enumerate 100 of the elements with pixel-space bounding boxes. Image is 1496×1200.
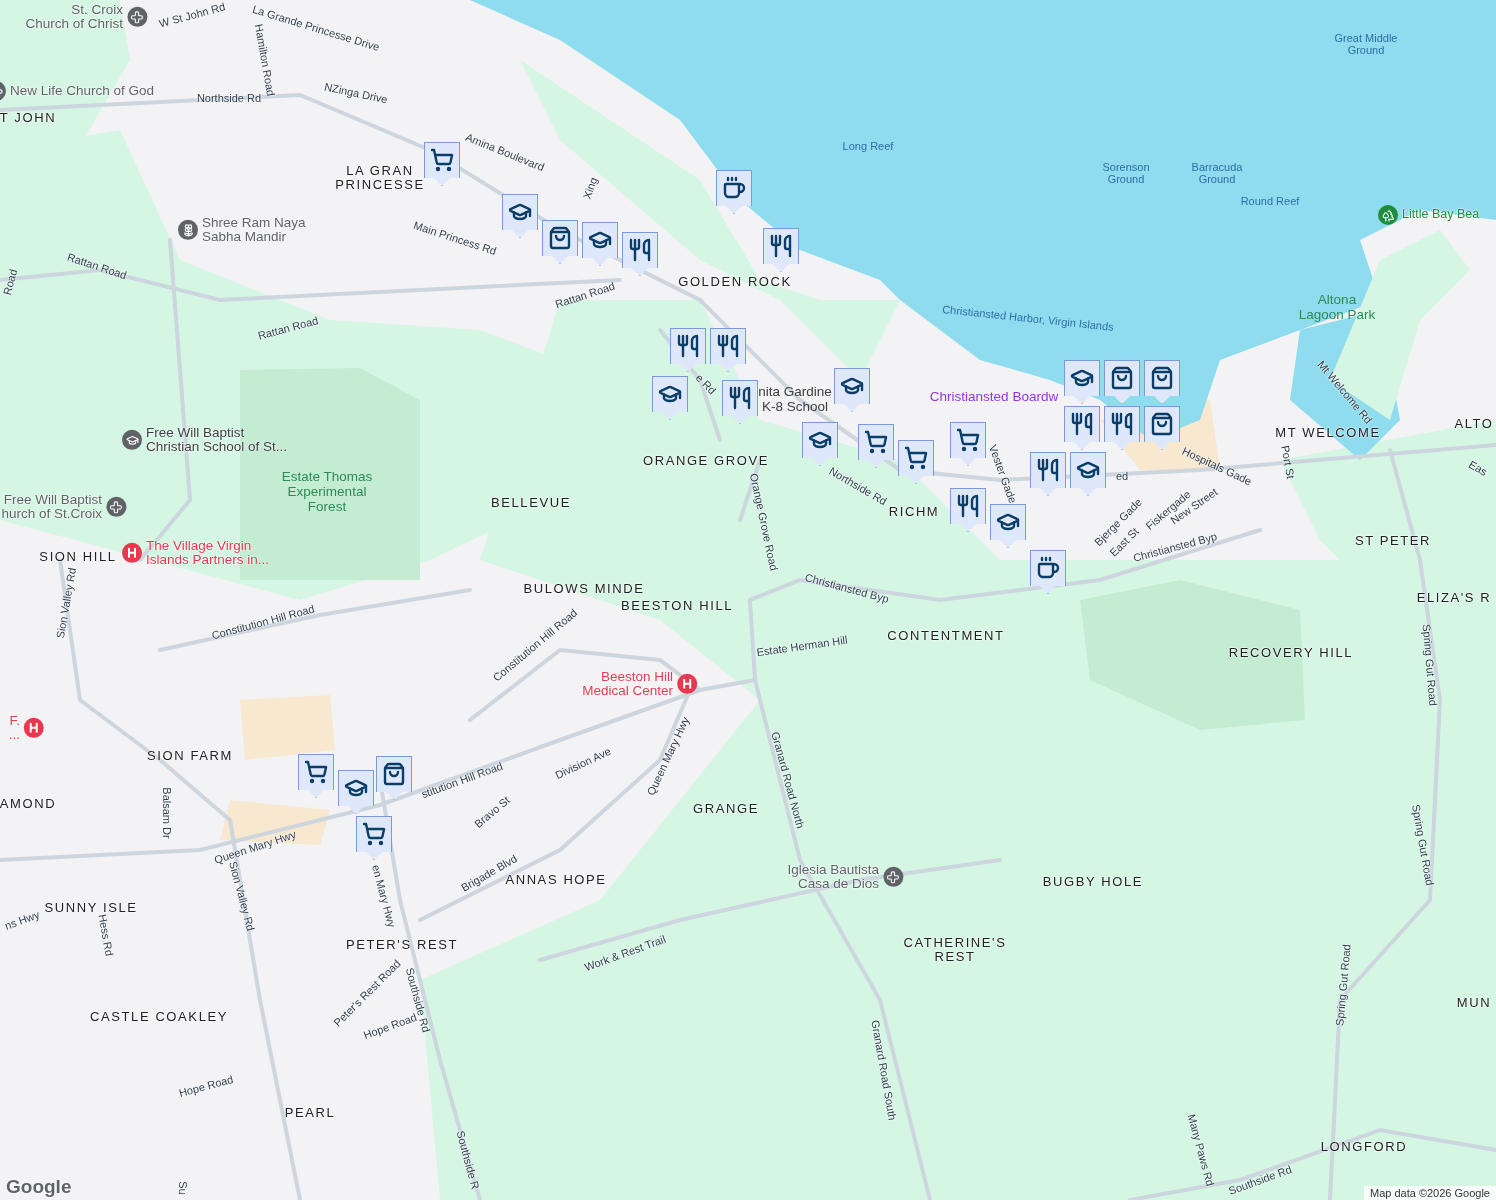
map-pin[interactable] <box>990 504 1026 548</box>
hospital-icon <box>127 548 137 558</box>
shopping-cart-icon <box>430 148 454 172</box>
neighborhood-label: SION HILL <box>39 549 117 565</box>
map-pin[interactable] <box>950 488 986 532</box>
place-label[interactable]: F. ... <box>8 713 20 743</box>
map-pin[interactable] <box>950 422 986 466</box>
place-marker[interactable] <box>127 7 147 27</box>
neighborhood-label: ALTO <box>1454 416 1494 432</box>
map-pin[interactable] <box>376 756 412 800</box>
shopping-cart-icon <box>864 430 888 454</box>
fork-knife-icon <box>676 334 700 358</box>
fork-knife-icon <box>769 234 793 258</box>
neighborhood-label: LA GRAN PRINCESSE <box>335 163 425 193</box>
cross-icon <box>109 500 123 514</box>
neighborhood-label: CASTLE COAKLEY <box>90 1009 228 1025</box>
road-label: ns Hwy <box>3 908 41 932</box>
map-pin[interactable] <box>898 440 934 484</box>
road-label: Sion Valley Rd <box>53 566 79 640</box>
map-pin[interactable] <box>424 142 460 186</box>
water-feature-label: Barracuda Ground <box>1191 160 1243 186</box>
place-marker[interactable] <box>677 674 697 694</box>
place-label[interactable]: Iglesia Bautista Casa de Dios <box>787 862 879 892</box>
map-pin[interactable] <box>834 368 870 412</box>
neighborhood-label: MUN <box>1456 995 1492 1011</box>
road-label: Xing <box>580 175 600 201</box>
road-label: Estate Herman Hill <box>755 633 849 659</box>
fork-knife-icon <box>628 238 652 262</box>
map-pin[interactable] <box>716 170 752 214</box>
map-pin[interactable] <box>763 228 799 272</box>
road-label: Work & Rest Trail <box>582 932 668 974</box>
map-pin[interactable] <box>1064 360 1100 404</box>
place-label[interactable]: Free Will Baptist hurch of St.Croix <box>1 492 102 522</box>
fork-knife-icon <box>728 386 752 410</box>
shopping-bag-icon <box>382 762 406 786</box>
neighborhood-label: RICHM <box>888 504 940 520</box>
map-pin[interactable] <box>502 194 538 238</box>
road-label: Eas <box>1466 458 1490 478</box>
water-feature-label: Sorenson Ground <box>1102 160 1150 186</box>
neighborhood-label: BULOWS MINDE <box>523 581 645 597</box>
place-label[interactable]: Beeston Hill Medical Center <box>582 669 673 699</box>
place-marker[interactable] <box>122 543 142 563</box>
fork-knife-icon <box>1070 412 1094 436</box>
neighborhood-label: MT WELCOME <box>1275 425 1381 441</box>
shopping-bag-icon <box>548 226 572 250</box>
map-pin[interactable] <box>298 754 334 798</box>
road-label: ed <box>1115 469 1129 483</box>
road-label: Spring Gut Road <box>1333 943 1353 1027</box>
neighborhood-label: PETER'S REST <box>346 937 458 953</box>
neighborhood-label: CONTENTMENT <box>887 628 1005 644</box>
map-pin[interactable] <box>622 232 658 276</box>
place-marker[interactable] <box>178 220 198 240</box>
fork-knife-icon <box>1036 458 1060 482</box>
neighborhood-label: ANNAS HOPE <box>505 872 607 888</box>
map-pin[interactable] <box>542 220 578 264</box>
road-label: Spring Gut Road <box>1420 623 1440 707</box>
map-pin[interactable] <box>338 770 374 814</box>
map-pin[interactable] <box>356 816 392 860</box>
place-marker[interactable] <box>24 718 44 738</box>
place-label[interactable]: Christiansted Boardw <box>929 389 1059 405</box>
water-feature-label: Long Reef <box>842 139 894 153</box>
attribution-text: Map data ©2026 Google <box>1363 1186 1496 1200</box>
place-label[interactable]: Estate Thomas Experimental Forest <box>281 469 373 515</box>
place-label[interactable]: Free Will Baptist Christian School of St... <box>146 425 288 455</box>
map-pin[interactable] <box>1064 406 1100 450</box>
shopping-bag-icon <box>1150 412 1174 436</box>
neighborhood-label: AMOND <box>0 796 57 812</box>
map-pin[interactable] <box>710 328 746 372</box>
map-pin[interactable] <box>1070 452 1106 496</box>
road-label: Rattan Road <box>553 279 617 311</box>
fork-knife-icon <box>956 494 980 518</box>
road-label: W St John Rd <box>157 0 227 30</box>
map-pin[interactable] <box>582 222 618 266</box>
graduation-cap-icon <box>125 433 139 447</box>
shopping-bag-icon <box>1150 366 1174 390</box>
road-label: Hess Rd <box>96 913 116 957</box>
place-label[interactable]: The Village Virgin Islands Partners in... <box>146 538 270 568</box>
map-logo: Google <box>6 1176 72 1198</box>
hospital-icon <box>29 723 39 733</box>
place-label[interactable]: Shree Ram Naya Sabha Mandir <box>202 215 306 245</box>
coffee-cup-icon <box>722 176 746 200</box>
neighborhood-label: BUGBY HOLE <box>1042 874 1144 890</box>
map-pin[interactable] <box>1104 406 1140 450</box>
place-label[interactable]: St. Croix Church of Christ <box>25 2 123 32</box>
map-pin[interactable] <box>1030 452 1066 496</box>
water-feature-label: Christiansted Harbor, Virgin Islands <box>941 303 1115 333</box>
neighborhood-label: GRANGE <box>693 801 759 817</box>
neighborhood-label: PEARL <box>284 1105 336 1121</box>
road-label: Many Paws Rd <box>1185 1112 1217 1188</box>
place-label[interactable]: New Life Church of God <box>10 83 155 99</box>
road-label: Vester Gade <box>986 443 1020 505</box>
neighborhood-label: BELLEVUE <box>491 495 571 511</box>
neighborhood-label: LONGFORD <box>1320 1139 1408 1155</box>
road-label: Balsam Dr <box>160 787 174 839</box>
place-label[interactable]: Altona Lagoon Park <box>1298 293 1376 323</box>
shopping-cart-icon <box>304 760 328 784</box>
shopping-bag-icon <box>1110 366 1134 390</box>
road-label: Granard Road South <box>869 1018 899 1122</box>
road-label: Spring Gut Road <box>1409 803 1437 887</box>
place-label[interactable]: nita Gardine K-8 School <box>758 385 832 415</box>
